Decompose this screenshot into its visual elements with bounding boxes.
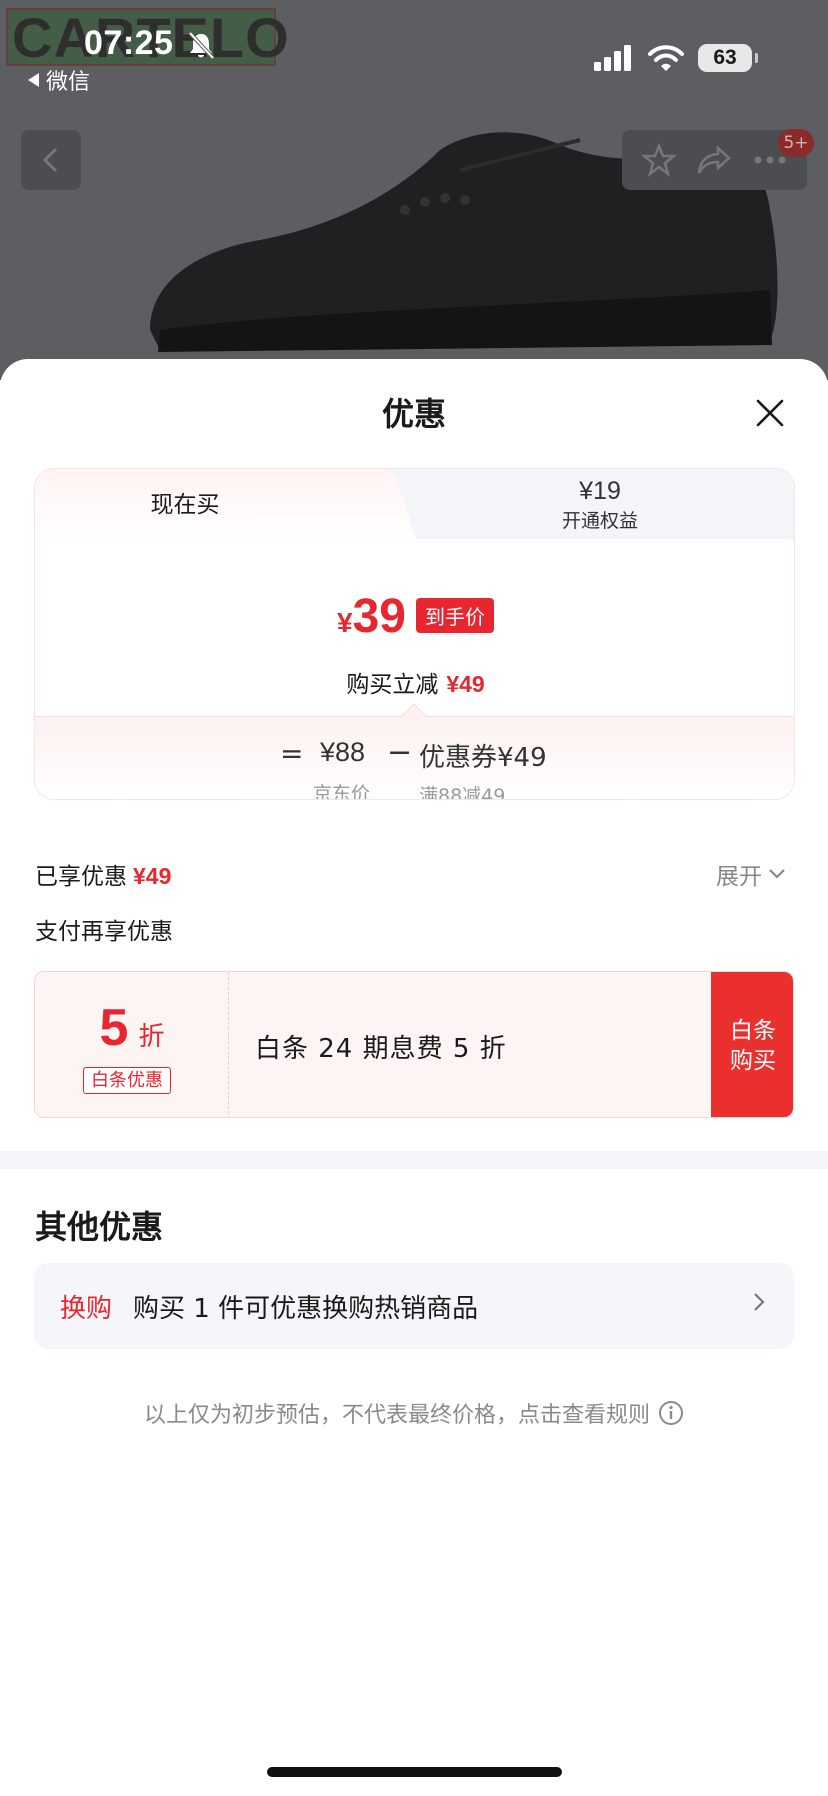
- status-time: 07:25: [84, 24, 174, 62]
- baitiao-discount-block: 5折 白条优惠: [35, 972, 229, 1117]
- final-price: ¥39: [337, 589, 406, 644]
- currency-symbol: ¥: [337, 607, 353, 638]
- membership-label: 开通权益: [561, 510, 638, 532]
- star-icon: [642, 143, 677, 177]
- sheet-title: 优惠: [381, 395, 446, 433]
- other-offers-title: 其他优惠: [35, 1208, 164, 1246]
- back-app-label: 微信: [46, 70, 91, 95]
- chevron-down-icon: [769, 869, 785, 879]
- final-price-row: ¥39 到手价: [35, 589, 794, 644]
- final-price-amount: 39: [352, 590, 406, 643]
- baitiao-discount-number: 5: [99, 999, 129, 1057]
- chevron-left-icon: [42, 147, 58, 173]
- enjoyed-label: 已享优惠: [35, 864, 127, 890]
- swap-text: 购买 1 件可优惠换购热销商品: [133, 1294, 479, 1324]
- enjoyed-discount: 已享优惠 ¥49: [35, 857, 171, 891]
- more-icon: [754, 156, 786, 164]
- baitiao-buy-line1: 白条: [730, 1017, 776, 1044]
- jd-price: ¥88: [320, 737, 366, 767]
- chevron-right-icon: [754, 1293, 765, 1311]
- expand-label: 展开: [716, 864, 762, 890]
- status-indicators: 63: [594, 44, 758, 72]
- price-tabs-card: 现在买 ¥19 开通权益 ¥39 到手价 购买立减 ¥49 = ¥88 − 优惠券…: [34, 468, 795, 800]
- equals-sign: =: [280, 737, 304, 770]
- expand-button[interactable]: 展开: [716, 857, 786, 891]
- price-disclaimer: 以上仅为初步预估，不代表最终价格，点击查看规则: [0, 1397, 828, 1429]
- message-count-badge: 5+: [778, 129, 814, 157]
- wifi-icon: [648, 45, 684, 71]
- coupon-amount: 优惠券¥49: [419, 743, 547, 773]
- discount-sheet: 优惠 现在买 ¥19 开通权益 ¥39 到手价 购买立减 ¥49 = ¥88 − …: [0, 359, 828, 1796]
- instant-reduction: 购买立减 ¥49: [35, 665, 794, 699]
- baitiao-description: 白条 24 期息费 5 折: [255, 1034, 507, 1064]
- share-icon: [698, 145, 732, 174]
- minus-sign: −: [387, 735, 413, 770]
- price-calculation: = ¥88 − 优惠券¥49 京东价 满88减49: [35, 703, 794, 800]
- bell-slash-icon: [188, 31, 215, 60]
- back-triangle-icon: [28, 73, 39, 87]
- swap-offer-row[interactable]: 换购 购买 1 件可优惠换购热销商品: [34, 1263, 794, 1349]
- section-divider: [0, 1151, 828, 1169]
- payment-discount-title: 支付再享优惠: [35, 919, 173, 945]
- swap-tag: 换购: [60, 1294, 113, 1324]
- baitiao-buy-line2: 购买: [730, 1047, 776, 1074]
- background-back-button: [21, 130, 81, 190]
- home-indicator[interactable]: [267, 1767, 562, 1777]
- info-icon[interactable]: [658, 1400, 684, 1426]
- enjoyed-amount: ¥49: [133, 863, 172, 889]
- final-price-tag: 到手价: [415, 598, 494, 633]
- close-icon[interactable]: [750, 393, 790, 433]
- coupon-condition: 满88减49: [419, 785, 506, 800]
- reduction-amount: ¥49: [446, 671, 485, 697]
- jd-price-label: 京东价: [313, 783, 371, 800]
- calc-notch: [401, 703, 427, 729]
- tab-buy-now[interactable]: 现在买: [35, 469, 335, 541]
- baitiao-discount: 5折: [35, 998, 229, 1058]
- baitiao-offer-card: 5折 白条优惠 白条 24 期息费 5 折 白条 购买: [34, 971, 794, 1118]
- baitiao-tag: 白条优惠: [83, 1067, 171, 1094]
- battery-indicator: 63: [698, 44, 758, 72]
- baitiao-buy-button[interactable]: 白条 购买: [711, 972, 793, 1117]
- reduction-label: 购买立减: [346, 672, 439, 698]
- disclaimer-text[interactable]: 以上仅为初步预估，不代表最终价格，点击查看规则: [144, 1397, 650, 1429]
- membership-price: ¥19: [579, 477, 621, 505]
- tab-membership-benefit[interactable]: ¥19 开通权益: [405, 477, 794, 533]
- back-to-app-link[interactable]: 微信: [26, 64, 90, 96]
- baitiao-discount-unit: 折: [138, 1022, 165, 1052]
- cellular-signal-icon: [594, 45, 631, 71]
